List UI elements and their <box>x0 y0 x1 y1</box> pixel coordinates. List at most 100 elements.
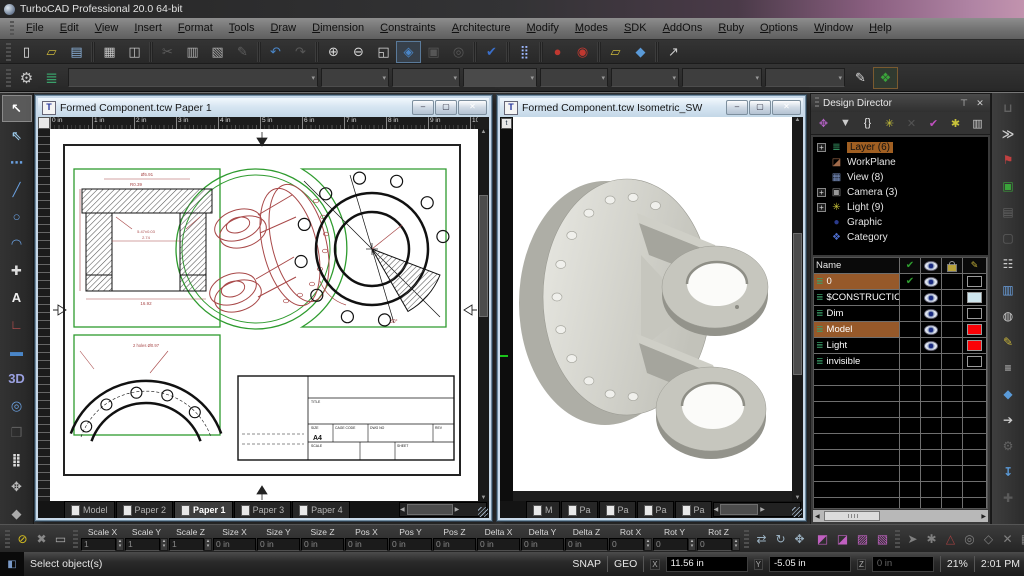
check-column-icon[interactable]: ✔ <box>906 260 914 271</box>
prop-combo-5[interactable]: ▾ <box>540 68 608 87</box>
menu-item[interactable]: Ruby <box>710 18 752 39</box>
doc1-vertical-scrollbar[interactable]: ▲ ▼ <box>478 129 489 501</box>
menu-item[interactable]: Dimension <box>304 18 372 39</box>
layer-color-swatch[interactable] <box>967 276 982 287</box>
scroll-left-icon[interactable]: ◀ <box>400 506 405 513</box>
toolbar-icon[interactable] <box>539 42 543 62</box>
x-coordinate-input[interactable]: 11.56 in <box>666 556 748 572</box>
sheet-tab[interactable]: Model <box>64 501 115 518</box>
no-snap-icon[interactable]: ⊘ <box>13 529 32 549</box>
dd-apply-icon[interactable]: ✔ <box>923 113 944 133</box>
tree-item[interactable]: + ≣ Layer (6) <box>817 140 988 155</box>
expand-icon[interactable]: + <box>817 203 826 212</box>
zoom-full-icon[interactable]: ▣ <box>421 41 446 63</box>
layer-color-swatch[interactable] <box>967 340 982 351</box>
field-input[interactable]: 0 in <box>301 538 344 551</box>
layer-visibility-eye[interactable] <box>924 293 938 303</box>
sheet-tab[interactable]: Pa <box>561 501 598 518</box>
menu-item[interactable]: Edit <box>52 18 87 39</box>
clear-selection-icon[interactable]: ✖ <box>32 529 51 549</box>
select-mode-2d-icon[interactable]: ◩ <box>813 529 832 549</box>
sheet-tab[interactable]: Pa <box>637 501 674 518</box>
quadrant-snap-icon[interactable]: ◇ <box>979 529 998 549</box>
rt-add-icon[interactable]: ✚ <box>993 485 1023 511</box>
red-shape-icon[interactable]: ◉ <box>570 41 595 63</box>
new-file-icon[interactable]: ▯ <box>14 41 39 63</box>
restore-button[interactable]: ▢ <box>749 100 771 115</box>
node-edit-tool[interactable]: ⇖ <box>2 122 32 149</box>
print-icon[interactable]: ▦ <box>97 41 122 63</box>
menu-item[interactable]: SDK <box>616 18 655 39</box>
toolbar-grip[interactable] <box>6 43 11 61</box>
ruler-corner[interactable] <box>38 117 50 129</box>
prop-combo-7[interactable]: ▾ <box>682 68 762 87</box>
menu-item[interactable]: Format <box>170 18 221 39</box>
spinner[interactable]: ▴▾ <box>116 538 124 551</box>
rt-pages-icon[interactable]: ▥ <box>993 277 1023 303</box>
menu-item[interactable]: File <box>18 18 52 39</box>
tree-item[interactable]: ● Graphic <box>817 215 988 230</box>
select-mode-3d-icon[interactable]: ◪ <box>833 529 852 549</box>
title-bar[interactable]: TurboCAD Professional 20.0 64-bit <box>0 0 1024 18</box>
format-painter-icon[interactable]: ✎ <box>230 41 255 63</box>
hatch-tool[interactable]: ▬ <box>2 338 32 365</box>
minimize-button[interactable]: – <box>412 100 434 115</box>
resize-grip[interactable] <box>478 507 488 517</box>
line-tool[interactable]: ╱ <box>2 176 32 203</box>
menu-item[interactable]: Draw <box>262 18 304 39</box>
dd-dock-icon[interactable]: ✥ <box>813 113 834 133</box>
undo-icon[interactable]: ↶ <box>263 41 288 63</box>
status-corner-icon[interactable]: ◧ <box>0 552 24 576</box>
dd-filter-icon[interactable]: ▼ <box>835 113 856 133</box>
layer-lock-cell[interactable] <box>942 290 963 305</box>
scroll-thumb[interactable] <box>824 511 880 521</box>
menu-item[interactable]: Architecture <box>444 18 519 39</box>
rt-lamp-icon[interactable]: ◍ <box>993 303 1023 329</box>
spinner[interactable]: ▴▾ <box>688 538 696 551</box>
vertex-snap-icon[interactable]: ✱ <box>922 529 941 549</box>
zoom-extents-icon[interactable]: ◈ <box>396 41 421 63</box>
rt-gem-icon[interactable]: ◆ <box>993 381 1023 407</box>
layer-lock-cell[interactable] <box>942 354 963 369</box>
0[interactable]: ≣0 ✔ <box>814 274 987 290</box>
field-input[interactable]: 0 in <box>565 538 608 551</box>
snap-toggle[interactable]: SNAP <box>572 558 601 570</box>
layer-lock-cell[interactable] <box>942 306 963 321</box>
doc1-title-bar[interactable]: T Formed Component.tcw Paper 1 – ▢ ✕ <box>38 98 489 117</box>
close-button[interactable]: ✕ <box>772 100 801 115</box>
midpoint-snap-icon[interactable]: △ <box>941 529 960 549</box>
field-input[interactable]: 1 <box>169 538 204 551</box>
scroll-left-icon[interactable]: ◀ <box>714 506 719 513</box>
lock-column-icon[interactable] <box>947 264 957 272</box>
tree-item[interactable]: + ✳ Light (9) <box>817 200 988 215</box>
toolbar-icon[interactable] <box>597 42 601 62</box>
y-coordinate-input[interactable]: -5.05 in <box>769 556 851 572</box>
record-script-icon[interactable]: ● <box>545 41 570 63</box>
prop-combo-style[interactable]: ▾ <box>68 68 318 87</box>
dd-delete-icon[interactable]: ✕ <box>901 113 922 133</box>
menu-item[interactable]: Help <box>861 18 900 39</box>
doc1-horizontal-scrollbar[interactable]: ◀ ▶ <box>399 502 487 517</box>
field-input[interactable]: 1 <box>81 538 116 551</box>
Light[interactable]: ≣Light <box>814 338 987 354</box>
doc-window-paper1[interactable]: T Formed Component.tcw Paper 1 – ▢ ✕ 0 i… <box>35 95 492 521</box>
$CONSTRUCTION[interactable]: ≣$CONSTRUCTION <box>814 290 987 306</box>
scroll-thumb[interactable] <box>479 195 488 317</box>
dd-expression-icon[interactable]: {} <box>857 113 878 133</box>
color-column-icon[interactable]: ✎ <box>971 260 979 271</box>
prop-combo-4[interactable]: ▾ <box>463 68 537 87</box>
rt-redline-icon[interactable]: ⚑ <box>993 147 1023 173</box>
export-icon[interactable]: ↗ <box>661 41 686 63</box>
scroll-thumb[interactable] <box>407 504 453 515</box>
zoom-level[interactable]: 21% <box>947 558 968 570</box>
zoom-out-icon[interactable]: ⊖ <box>346 41 371 63</box>
Dim[interactable]: ≣Dim <box>814 306 987 322</box>
field-input[interactable]: 0 in <box>345 538 388 551</box>
scroll-up-icon[interactable]: ▲ <box>795 117 801 123</box>
spinner[interactable]: ▴▾ <box>204 538 212 551</box>
cut-icon[interactable]: ✂ <box>155 41 180 63</box>
close-button[interactable]: ✕ <box>458 100 487 115</box>
menu-item[interactable]: Constraints <box>372 18 444 39</box>
open-file-icon[interactable]: ▱ <box>39 41 64 63</box>
field-input[interactable]: 0 <box>697 538 732 551</box>
